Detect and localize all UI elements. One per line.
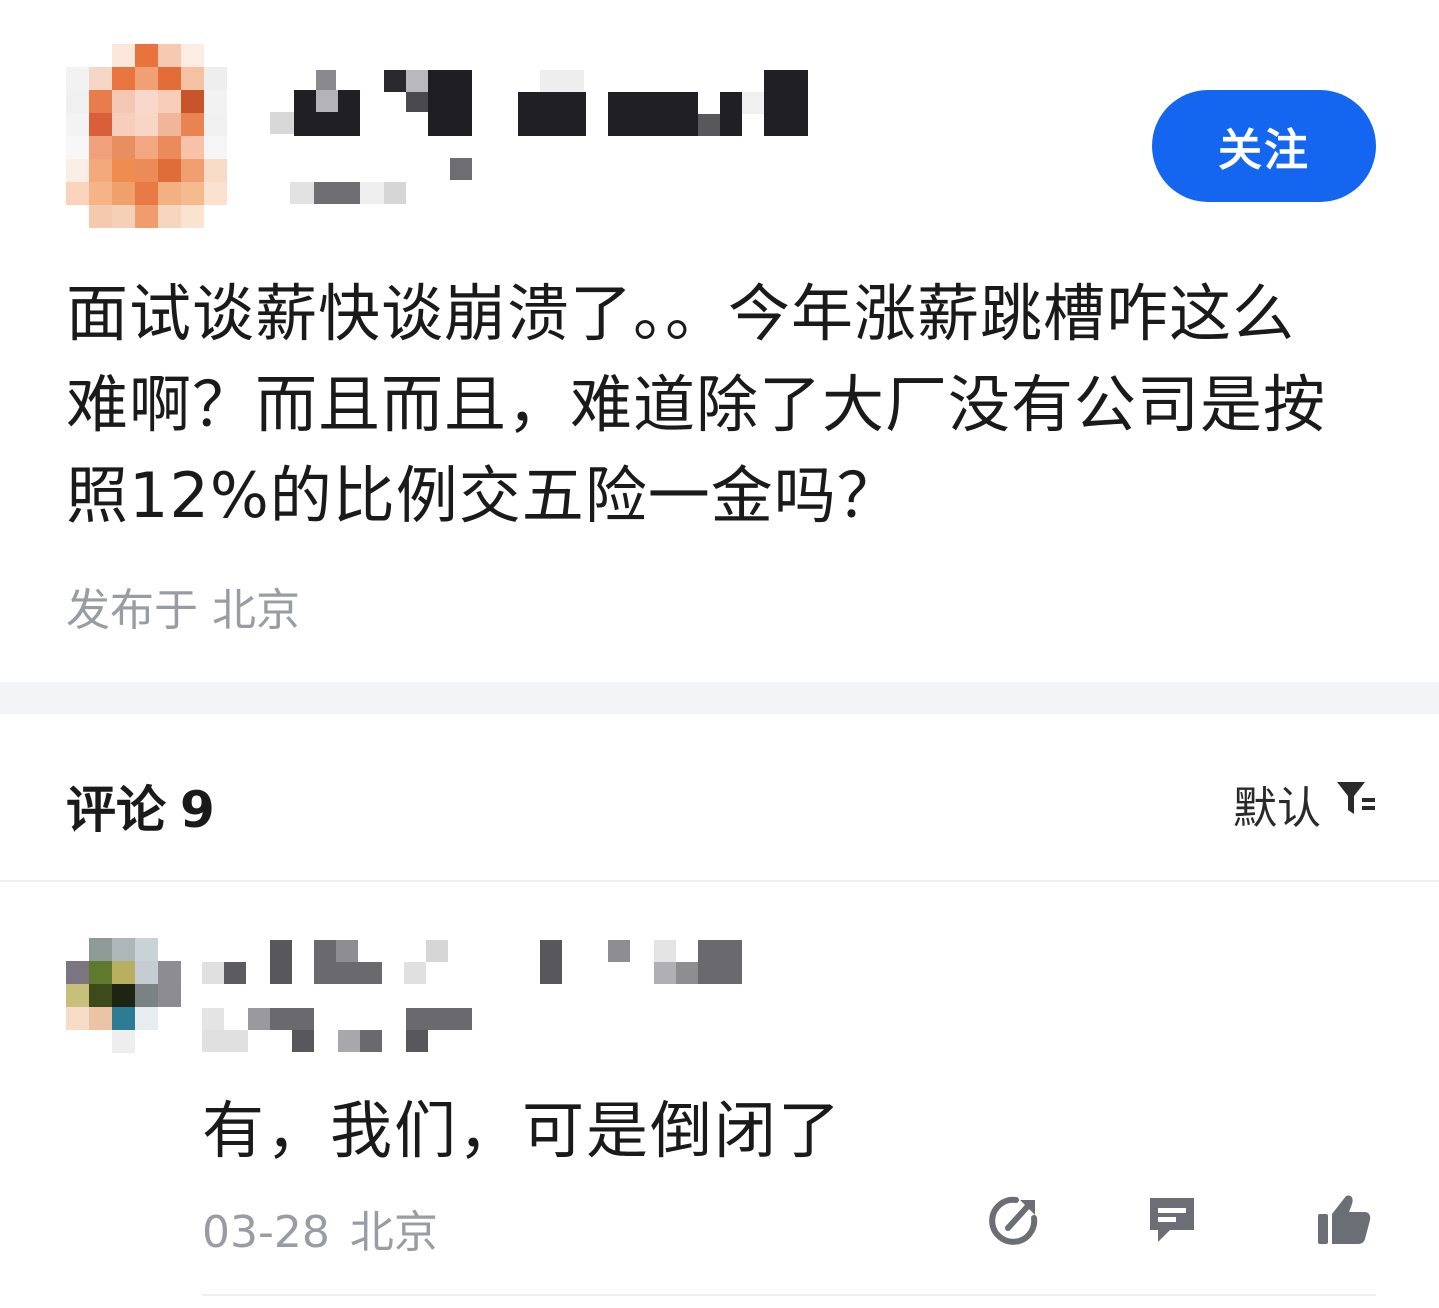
- comment-meta: 03-28 北京: [202, 1196, 438, 1260]
- section-divider: [0, 682, 1439, 714]
- commenter-avatar[interactable]: [66, 938, 182, 1054]
- comment-text: 有，我们，可是倒闭了: [202, 1094, 843, 1167]
- comments-title-label: 评论: [66, 781, 166, 839]
- author-meta-blurred: [290, 156, 490, 206]
- follow-button[interactable]: 关注: [1152, 90, 1376, 202]
- author-name-blurred[interactable]: [270, 66, 830, 146]
- reply-icon[interactable]: [1144, 1192, 1200, 1248]
- thumbs-up-icon[interactable]: [1316, 1192, 1372, 1248]
- sort-label: 默认: [1233, 783, 1321, 834]
- comment-date: 03-28: [202, 1207, 330, 1258]
- comments-count: 9: [180, 781, 215, 839]
- comments-separator: [0, 880, 1439, 882]
- comment-location: 北京: [349, 1207, 438, 1258]
- sort-dropdown[interactable]: 默认: [1233, 772, 1377, 836]
- comments-title: 评论 9: [66, 770, 215, 842]
- post-content: 面试谈薪快谈崩溃了。。今年涨薪跳槽咋这么难啊？而且而且，难道除了大厂没有公司是按…: [66, 277, 1327, 532]
- post-header: 关注: [0, 0, 1439, 240]
- post-location: 发布于 北京: [66, 585, 300, 636]
- commenter-meta-blurred: [202, 1006, 502, 1056]
- commenter-name-blurred[interactable]: [202, 940, 762, 990]
- author-avatar[interactable]: [66, 44, 250, 228]
- filter-icon: [1335, 778, 1377, 831]
- share-icon[interactable]: [986, 1192, 1042, 1248]
- comment-bottom-divider: [202, 1294, 1376, 1296]
